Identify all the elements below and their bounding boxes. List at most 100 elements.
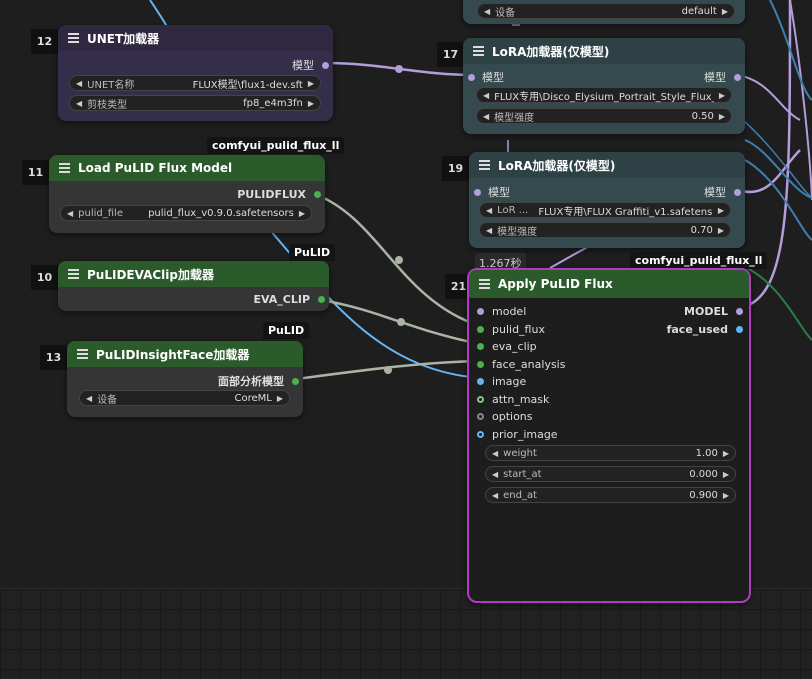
node-id-badge: 13 bbox=[40, 345, 67, 370]
slot-dot-icon[interactable] bbox=[314, 191, 321, 198]
node-header[interactable]: Apply PuLID Flux bbox=[469, 270, 749, 298]
output-slot[interactable]: EVA_CLIP bbox=[253, 293, 325, 306]
slot-dot-icon[interactable] bbox=[468, 73, 475, 81]
lora-loader-19-node[interactable]: LoRA加载器(仅模型) 模型 模型 ◀ LoR ... FLUX专用\FLUX… bbox=[469, 152, 745, 248]
slot-dot-icon[interactable] bbox=[734, 188, 741, 196]
pulid-file-select[interactable]: ◀ pulid_file pulid_flux_v0.9.0.safetenso… bbox=[60, 205, 312, 221]
arrow-left-icon: ◀ bbox=[484, 6, 491, 16]
input-slot-options[interactable]: options bbox=[477, 410, 533, 423]
widget-value: 1.00 bbox=[695, 447, 718, 459]
end-at-input[interactable]: ◀ end_at 0.900 ▶ bbox=[485, 487, 736, 503]
slot-dot-icon[interactable] bbox=[477, 361, 484, 368]
slot-dot-icon[interactable] bbox=[477, 413, 484, 420]
node-header[interactable]: UNET加载器 bbox=[58, 25, 333, 51]
device-select[interactable]: ◀ 设备 default ▶ bbox=[477, 3, 735, 19]
node-header[interactable]: LoRA加载器(仅模型) bbox=[463, 38, 745, 64]
lora-name-select[interactable]: ◀ LoR ... FLUX专用\FLUX Graffiti_v1.safete… bbox=[479, 202, 731, 218]
widget-label: 模型强度 bbox=[494, 112, 535, 124]
node-title: LoRA加载器(仅模型) bbox=[498, 158, 616, 173]
slot-dot-icon[interactable] bbox=[318, 296, 325, 303]
node-title: Apply PuLID Flux bbox=[498, 277, 613, 291]
pulid-evaclip-loader-node[interactable]: PuLIDEVAClip加载器 EVA_CLIP bbox=[58, 261, 329, 311]
slot-dot-icon[interactable] bbox=[477, 326, 484, 333]
widget-value: FLUX专用\Disco_Elysium_Portrait_Style_Flux… bbox=[494, 91, 714, 103]
slot-label: EVA_CLIP bbox=[253, 293, 310, 306]
input-slot-prior-image[interactable]: prior_image bbox=[477, 428, 558, 441]
slot-dot-icon[interactable] bbox=[477, 343, 484, 350]
input-slot-eva-clip[interactable]: eva_clip bbox=[477, 340, 537, 353]
output-slot-face-used[interactable]: face_used bbox=[667, 323, 743, 336]
output-slot[interactable]: 模型 bbox=[704, 184, 741, 200]
widget-value: FLUX专用\FLUX Graffiti_v1.safetensors bbox=[538, 206, 713, 218]
input-slot-attn-mask[interactable]: attn_mask bbox=[477, 393, 549, 406]
slot-dot-icon[interactable] bbox=[477, 431, 484, 438]
output-slot[interactable]: PULIDFLUX bbox=[237, 188, 321, 201]
widget-value: pulid_flux_v0.9.0.safetensors bbox=[148, 207, 294, 219]
node-id-badge: 12 bbox=[31, 29, 58, 54]
arrow-right-icon: ▶ bbox=[722, 448, 729, 458]
slot-label: model bbox=[492, 305, 527, 318]
slot-dot-icon[interactable] bbox=[477, 396, 484, 403]
arrow-right-icon: ▶ bbox=[721, 6, 728, 16]
slot-dot-icon[interactable] bbox=[734, 73, 741, 81]
menu-icon[interactable] bbox=[473, 44, 484, 58]
arrow-right-icon: ▶ bbox=[276, 393, 283, 403]
arrow-left-icon: ◀ bbox=[76, 98, 83, 108]
arrow-left-icon: ◀ bbox=[492, 448, 499, 458]
wire-reroute-dot bbox=[395, 65, 403, 73]
slot-label: attn_mask bbox=[492, 393, 550, 406]
slot-dot-icon[interactable] bbox=[292, 377, 299, 385]
slot-dot-icon[interactable] bbox=[322, 61, 329, 69]
provider-select[interactable]: ◀ 设备 CoreML ▶ bbox=[79, 390, 290, 406]
pulid-insightface-loader-node[interactable]: PuLIDInsightFace加载器 面部分析模型 ◀ 设备 CoreML ▶ bbox=[67, 341, 303, 417]
node-header[interactable]: PuLIDEVAClip加载器 bbox=[58, 261, 329, 287]
lora-name-select[interactable]: ◀ FLUX专用\Disco_Elysium_Portrait_Style_Fl… bbox=[476, 87, 732, 103]
widget-label: 模型强度 bbox=[497, 226, 538, 238]
slot-dot-icon[interactable] bbox=[474, 188, 481, 196]
model-strength-input[interactable]: ◀ 模型强度 0.50 ▶ bbox=[476, 108, 732, 124]
input-slot-model[interactable]: model bbox=[477, 305, 526, 318]
slot-dot-icon[interactable] bbox=[736, 308, 743, 315]
input-slot[interactable]: 模型 bbox=[468, 69, 504, 85]
node-header[interactable]: Load PuLID Flux Model bbox=[49, 155, 325, 181]
top-partial-node[interactable]: ◀ 设备 default ▶ bbox=[463, 0, 745, 24]
menu-icon[interactable] bbox=[59, 161, 70, 175]
node-header[interactable]: LoRA加载器(仅模型) bbox=[469, 152, 745, 178]
unet-loader-node[interactable]: UNET加载器 模型 ◀ UNET名称 FLUX模型\flux1-dev.sft… bbox=[58, 25, 333, 121]
lora-loader-17-node[interactable]: LoRA加载器(仅模型) 模型 模型 ◀ FLUX专用\Disco_Elysiu… bbox=[463, 38, 745, 134]
output-slot[interactable]: 面部分析模型 bbox=[218, 373, 299, 389]
arrow-left-icon: ◀ bbox=[76, 78, 83, 88]
output-slot[interactable]: 模型 bbox=[292, 57, 329, 73]
menu-icon[interactable] bbox=[479, 158, 490, 172]
menu-icon[interactable] bbox=[68, 31, 79, 45]
input-slot[interactable]: 模型 bbox=[474, 184, 510, 200]
output-slot-model[interactable]: MODEL bbox=[684, 305, 743, 318]
widget-label: start_at bbox=[503, 468, 542, 480]
slot-dot-icon[interactable] bbox=[736, 326, 743, 333]
weight-dtype-select[interactable]: ◀ 剪枝类型 fp8_e4m3fn ▶ bbox=[69, 95, 321, 111]
weight-input[interactable]: ◀ weight 1.00 ▶ bbox=[485, 445, 736, 461]
wire-top-right bbox=[789, 0, 812, 201]
start-at-input[interactable]: ◀ start_at 0.000 ▶ bbox=[485, 466, 736, 482]
menu-icon[interactable] bbox=[479, 277, 490, 291]
apply-pulid-flux-node[interactable]: Apply PuLID Flux model pulid_flux eva_cl… bbox=[467, 268, 751, 603]
unet-name-select[interactable]: ◀ UNET名称 FLUX模型\flux1-dev.sft ▶ bbox=[69, 75, 321, 91]
menu-icon[interactable] bbox=[77, 347, 88, 361]
input-slot-image[interactable]: image bbox=[477, 375, 526, 388]
input-slot-pulid-flux[interactable]: pulid_flux bbox=[477, 323, 545, 336]
slot-dot-icon[interactable] bbox=[477, 308, 484, 315]
input-slot-face-analysis[interactable]: face_analysis bbox=[477, 358, 565, 371]
widget-label: UNET名称 bbox=[87, 79, 135, 91]
slot-label: prior_image bbox=[492, 428, 558, 441]
arrow-right-icon: ▶ bbox=[717, 205, 724, 215]
widget-label: pulid_file bbox=[78, 207, 123, 219]
output-slot[interactable]: 模型 bbox=[704, 69, 741, 85]
node-header[interactable]: PuLIDInsightFace加载器 bbox=[67, 341, 303, 367]
arrow-right-icon: ▶ bbox=[722, 490, 729, 500]
menu-icon[interactable] bbox=[68, 267, 79, 281]
slot-dot-icon[interactable] bbox=[477, 378, 484, 385]
load-pulid-flux-model-node[interactable]: Load PuLID Flux Model PULIDFLUX ◀ pulid_… bbox=[49, 155, 325, 233]
widget-value: fp8_e4m3fn bbox=[243, 97, 303, 109]
model-strength-input[interactable]: ◀ 模型强度 0.70 ▶ bbox=[479, 222, 731, 238]
arrow-left-icon: ◀ bbox=[86, 393, 93, 403]
